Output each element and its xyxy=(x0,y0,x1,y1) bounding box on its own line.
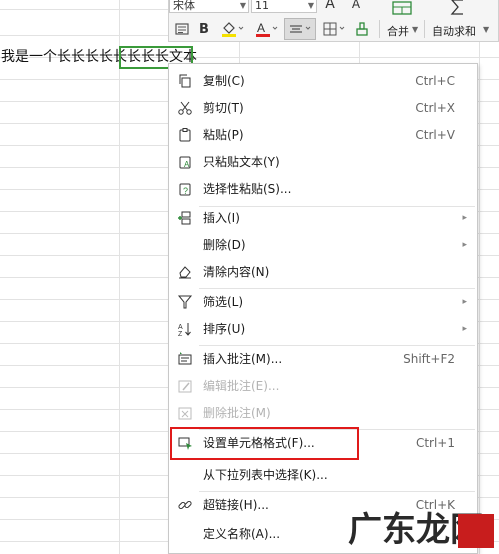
decrease-font-button[interactable]: A xyxy=(347,0,365,12)
svg-text:A: A xyxy=(257,21,265,35)
insert-icon xyxy=(176,209,194,227)
delete-comment-icon xyxy=(176,404,194,422)
menu-item-shortcut: Ctrl+V xyxy=(415,128,455,142)
svg-text:Z: Z xyxy=(178,331,183,337)
autosum-button[interactable]: 自动求和 xyxy=(432,23,476,39)
menu-item-insert-comment[interactable]: 插入批注(M)... Shift+F2 xyxy=(169,346,477,372)
menu-item-label: 删除批注(M) xyxy=(203,406,271,420)
paint-bucket-icon xyxy=(222,22,244,37)
bold-button[interactable]: B xyxy=(195,18,213,40)
cut-icon xyxy=(176,99,194,117)
menu-item-label: 插入(I) xyxy=(203,211,240,225)
submenu-arrow-icon: ▸ xyxy=(462,297,467,307)
hyperlink-icon xyxy=(176,496,194,514)
menu-item-insert[interactable]: 插入(I) ▸ xyxy=(169,205,477,231)
sigma-icon xyxy=(450,0,463,15)
menu-item-label: 筛选(L) xyxy=(203,295,244,309)
menu-item-label: 复制(C) xyxy=(203,74,245,88)
svg-text:A: A xyxy=(178,324,183,331)
font-shrink-icon: A xyxy=(351,0,361,11)
toolbar-divider xyxy=(424,20,425,38)
menu-item-shortcut: Ctrl+X xyxy=(415,101,455,115)
menu-item-delete[interactable]: 删除(D) ▸ xyxy=(169,232,477,258)
edit-comment-icon xyxy=(176,377,194,395)
menu-item-shortcut: Shift+F2 xyxy=(403,352,455,366)
menu-item-label: 排序(U) xyxy=(203,322,246,336)
paste-special-icon: ? xyxy=(176,180,194,198)
align-center-icon xyxy=(290,25,311,33)
spreadsheet-window: 我是一个长长长长长长长长文本 宋体 ▼ 11 ▼ A A B A 合并 ▼ 自动… xyxy=(0,0,499,554)
merge-cells-icon xyxy=(392,1,412,15)
menu-item-label: 清除内容(N) xyxy=(203,265,270,279)
format-cells-icon xyxy=(176,434,194,452)
copy-icon xyxy=(176,72,194,90)
mini-toolbar: 宋体 ▼ 11 ▼ A A B A 合并 ▼ 自动求和 ▼ xyxy=(168,0,499,42)
paste-text-icon: A xyxy=(176,153,194,171)
merge-icon-button[interactable] xyxy=(389,0,415,17)
toolbar-divider xyxy=(379,20,380,38)
font-size-value: 11 xyxy=(255,0,269,12)
font-size-dropdown[interactable]: 11 ▼ xyxy=(251,0,317,13)
menu-item-label: 设置单元格格式(F)... xyxy=(203,436,315,450)
menu-item-label: 超链接(H)... xyxy=(203,498,269,512)
menu-item-filter[interactable]: 筛选(L) ▸ xyxy=(169,289,477,315)
menu-item-format-cells[interactable]: 设置单元格格式(F)... Ctrl+1 xyxy=(169,430,477,456)
filter-icon xyxy=(176,293,194,311)
wrap-text-button[interactable] xyxy=(172,18,192,40)
format-painter-icon xyxy=(356,22,368,36)
context-menu: 复制(C) Ctrl+C 剪切(T) Ctrl+X 粘贴(P) Ctrl+V A… xyxy=(168,63,478,554)
fill-color-button[interactable] xyxy=(217,18,247,40)
menu-item-delete-comment[interactable]: 删除批注(M) xyxy=(169,400,477,426)
paste-icon xyxy=(176,126,194,144)
submenu-arrow-icon: ▸ xyxy=(462,240,467,250)
menu-item-copy[interactable]: 复制(C) Ctrl+C xyxy=(169,68,477,94)
cell-text-before: 我是一个长长长长 xyxy=(1,49,113,65)
format-painter-button[interactable] xyxy=(351,18,373,40)
svg-text:A: A xyxy=(184,160,190,169)
menu-item-sort[interactable]: AZ 排序(U) ▸ xyxy=(169,316,477,342)
font-name-dropdown[interactable]: 宋体 ▼ xyxy=(169,0,249,13)
menu-item-label: 插入批注(M)... xyxy=(203,352,283,366)
menu-item-label: 删除(D) xyxy=(203,238,246,252)
menu-item-paste-text-only[interactable]: A 只粘贴文本(Y) xyxy=(169,149,477,175)
insert-comment-icon xyxy=(176,350,194,368)
chevron-down-icon[interactable]: ▼ xyxy=(483,25,489,34)
submenu-arrow-icon: ▸ xyxy=(462,324,467,334)
borders-icon xyxy=(323,22,345,36)
font-name-value: 宋体 xyxy=(173,0,195,12)
autosum-icon-button[interactable] xyxy=(447,0,469,17)
font-grow-icon: A xyxy=(325,0,335,12)
menu-item-pick-from-list[interactable]: 从下拉列表中选择(K)... xyxy=(169,462,477,488)
watermark-badge xyxy=(458,514,494,548)
menu-item-label: 选择性粘贴(S)... xyxy=(203,182,292,196)
increase-font-button[interactable]: A xyxy=(321,0,339,12)
borders-button[interactable] xyxy=(320,18,348,40)
menu-item-label: 只粘贴文本(Y) xyxy=(203,155,280,169)
submenu-arrow-icon: ▸ xyxy=(462,213,467,223)
svg-text:?: ? xyxy=(183,186,188,196)
bold-icon: B xyxy=(199,21,209,37)
menu-item-label: 剪切(T) xyxy=(203,101,244,115)
menu-item-shortcut: Ctrl+1 xyxy=(415,436,455,450)
wrap-text-icon xyxy=(175,23,189,35)
menu-item-paste-special[interactable]: ? 选择性粘贴(S)... xyxy=(169,176,477,202)
menu-item-label: 定义名称(A)... xyxy=(203,527,281,541)
menu-item-label: 编辑批注(E)... xyxy=(203,379,280,393)
chevron-down-icon: ▼ xyxy=(307,1,314,10)
menu-item-clear-contents[interactable]: 清除内容(N) xyxy=(169,259,477,285)
menu-item-shortcut: Ctrl+C xyxy=(415,74,455,88)
sort-icon: AZ xyxy=(176,320,194,338)
font-color-icon: A xyxy=(256,21,278,37)
menu-item-paste[interactable]: 粘贴(P) Ctrl+V xyxy=(169,122,477,148)
menu-item-edit-comment[interactable]: 编辑批注(E)... xyxy=(169,373,477,399)
font-color-button[interactable]: A xyxy=(251,18,281,40)
menu-item-label: 从下拉列表中选择(K)... xyxy=(203,468,328,482)
align-center-button[interactable] xyxy=(284,18,316,40)
chevron-down-icon: ▼ xyxy=(239,1,246,10)
merge-button[interactable]: 合并 xyxy=(387,23,409,39)
menu-item-cut[interactable]: 剪切(T) Ctrl+X xyxy=(169,95,477,121)
clear-icon xyxy=(176,263,194,281)
menu-item-label: 粘贴(P) xyxy=(203,128,244,142)
chevron-down-icon[interactable]: ▼ xyxy=(412,25,418,34)
